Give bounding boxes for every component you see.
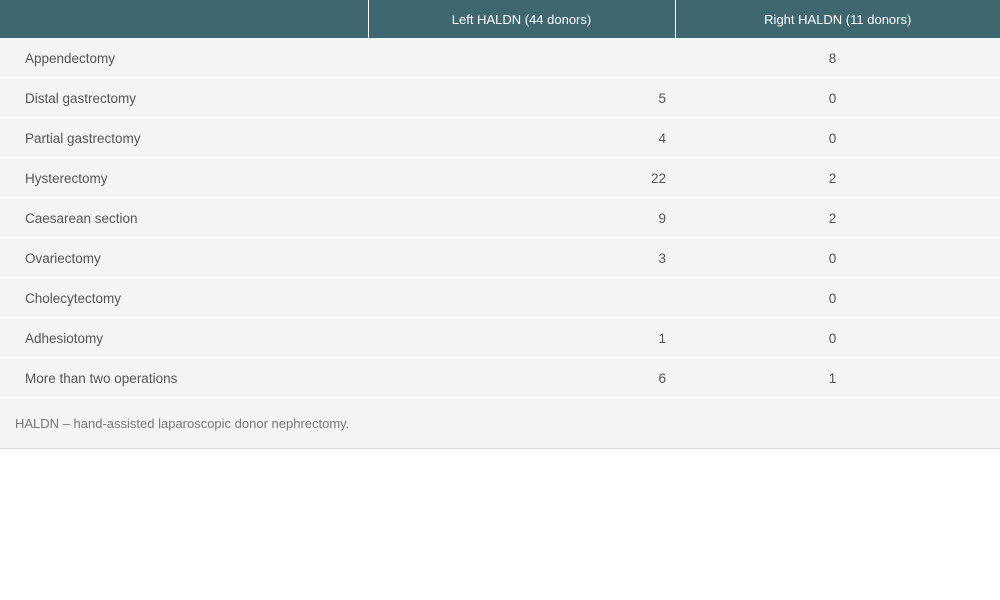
table-row: Adhesiotomy 1 0 — [0, 318, 1000, 359]
left-haldn-value: 4 — [368, 118, 675, 159]
right-haldn-value: 0 — [675, 78, 1000, 119]
table-row: Cholecytectomy 0 — [0, 278, 1000, 319]
header-cell-empty — [0, 0, 369, 39]
row-label: Hysterectomy — [0, 158, 368, 199]
surgery-history-table: Left HALDN (44 donors) Right HALDN (11 d… — [0, 0, 1000, 399]
left-haldn-value: 1 — [368, 318, 675, 359]
row-label: Cholecytectomy — [0, 278, 368, 319]
left-haldn-value: 3 — [368, 238, 675, 279]
row-label: Ovariectomy — [0, 238, 368, 279]
right-haldn-value: 2 — [675, 198, 1000, 239]
left-haldn-value — [368, 278, 675, 319]
left-haldn-value: 6 — [368, 358, 675, 399]
row-label: Adhesiotomy — [0, 318, 368, 359]
right-haldn-value: 0 — [675, 318, 1000, 359]
row-label: Distal gastrectomy — [0, 78, 368, 119]
left-haldn-value — [368, 38, 675, 79]
table-header-row: Left HALDN (44 donors) Right HALDN (11 d… — [0, 0, 1000, 39]
right-haldn-value: 8 — [675, 38, 1000, 79]
right-haldn-value: 0 — [675, 118, 1000, 159]
table-row: Partial gastrectomy 4 0 — [0, 118, 1000, 159]
row-label: More than two operations — [0, 358, 368, 399]
left-haldn-value: 5 — [368, 78, 675, 119]
table-row: Ovariectomy 3 0 — [0, 238, 1000, 279]
right-haldn-value: 0 — [675, 278, 1000, 319]
header-cell-right-haldn: Right HALDN (11 donors) — [675, 0, 1000, 39]
table-row: Hysterectomy 22 2 — [0, 158, 1000, 199]
table-footnote: HALDN – hand-assisted laparoscopic donor… — [0, 399, 1000, 449]
row-label: Appendectomy — [0, 38, 368, 79]
data-table-container: Left HALDN (44 donors) Right HALDN (11 d… — [0, 0, 1000, 449]
right-haldn-value: 0 — [675, 238, 1000, 279]
table-row: Distal gastrectomy 5 0 — [0, 78, 1000, 119]
table-row: Appendectomy 8 — [0, 38, 1000, 79]
row-label: Partial gastrectomy — [0, 118, 368, 159]
left-haldn-value: 9 — [368, 198, 675, 239]
header-cell-left-haldn: Left HALDN (44 donors) — [368, 0, 676, 39]
left-haldn-value: 22 — [368, 158, 675, 199]
right-haldn-value: 2 — [675, 158, 1000, 199]
right-haldn-value: 1 — [675, 358, 1000, 399]
table-row: Caesarean section 9 2 — [0, 198, 1000, 239]
table-row: More than two operations 6 1 — [0, 358, 1000, 399]
row-label: Caesarean section — [0, 198, 368, 239]
